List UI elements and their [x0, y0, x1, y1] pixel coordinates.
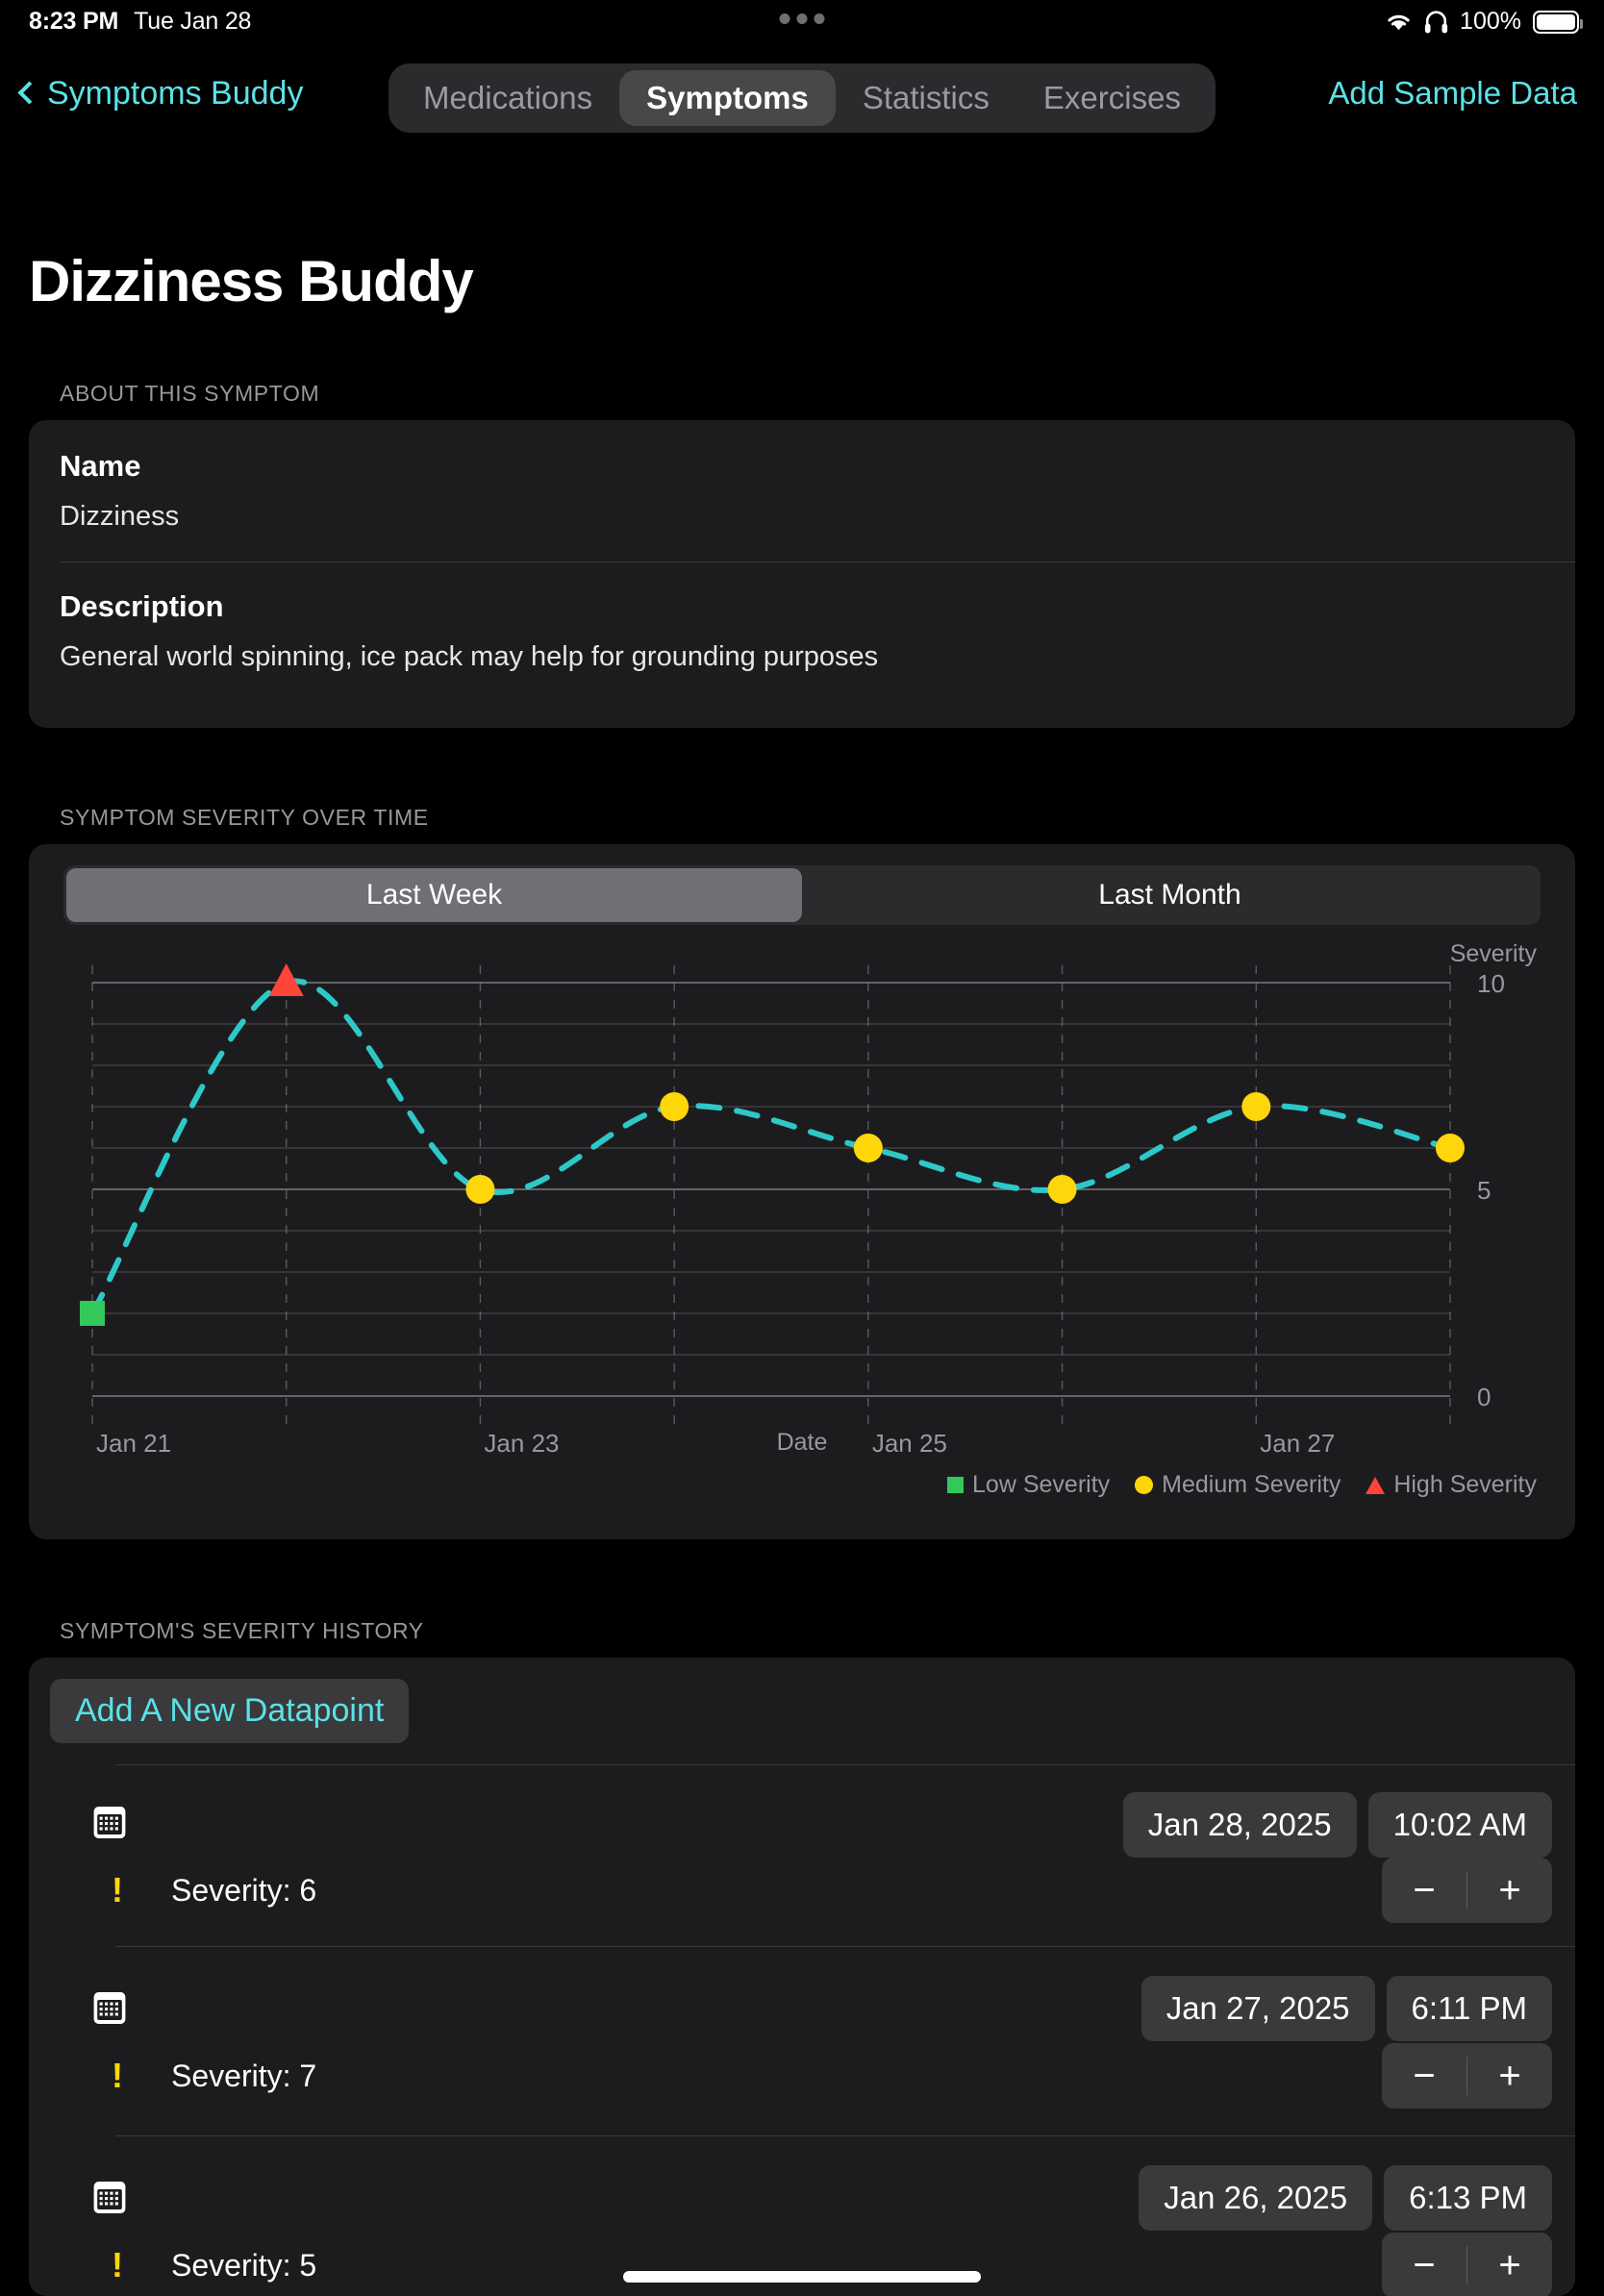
headphones-icon	[1424, 10, 1448, 35]
history-entry-row: Jan 28, 2025 10:02 AM ! Severity: 6 − +	[29, 1765, 1575, 1946]
legend-label-low: Low Severity	[972, 1471, 1110, 1499]
nav-bar: Symptoms Buddy Medications Symptoms Stat…	[0, 54, 1604, 140]
date-pill[interactable]: Jan 28, 2025	[1123, 1792, 1357, 1858]
chart-legend: Low Severity Medium Severity High Severi…	[932, 1471, 1537, 1499]
severity-increment-button[interactable]: +	[1467, 1858, 1552, 1923]
back-button-label: Symptoms Buddy	[47, 75, 303, 112]
range-last-month[interactable]: Last Month	[802, 868, 1538, 922]
svg-text:Jan 23: Jan 23	[484, 1429, 559, 1458]
wifi-icon	[1385, 12, 1413, 33]
data-point-medium	[465, 1175, 494, 1204]
description-value: General world spinning, ice pack may hel…	[60, 641, 1544, 673]
tab-exercises[interactable]: Exercises	[1016, 70, 1208, 126]
severity-stepper[interactable]: − +	[1382, 2233, 1552, 2296]
severity-value: Severity: 5	[171, 2248, 316, 2284]
severity-chart: Severity 0510Jan 21Jan 23Jan 25Jan 27 Da…	[29, 944, 1575, 1511]
history-card: Add A New Datapoint	[29, 1658, 1575, 2296]
square-marker-icon	[947, 1477, 964, 1493]
dot-icon	[780, 13, 790, 24]
history-section-header: SYMPTOM'S SEVERITY HISTORY	[60, 1618, 424, 1644]
severity-increment-button[interactable]: +	[1467, 2233, 1552, 2296]
status-bar-left: 8:23 PM Tue Jan 28	[29, 8, 251, 36]
severity-value: Severity: 6	[171, 1873, 316, 1909]
svg-text:Jan 27: Jan 27	[1260, 1429, 1335, 1458]
chart-section-header: SYMPTOM SEVERITY OVER TIME	[60, 805, 429, 831]
about-name-row: Name Dizziness	[29, 420, 1575, 533]
legend-item-high: High Severity	[1366, 1471, 1537, 1499]
severity-stepper[interactable]: − +	[1382, 2043, 1552, 2109]
calendar-icon	[92, 1804, 127, 1840]
battery-icon	[1533, 11, 1579, 34]
range-last-week[interactable]: Last Week	[66, 868, 802, 922]
svg-text:Jan 21: Jan 21	[96, 1429, 171, 1458]
description-label: Description	[60, 589, 1544, 624]
exclamation-icon: !	[112, 1873, 123, 1908]
status-date: Tue Jan 28	[134, 8, 251, 36]
data-point-medium	[854, 1134, 883, 1162]
chart-card: Last Week Last Month Severity 0510Jan 21…	[29, 844, 1575, 1539]
battery-percent: 100%	[1460, 8, 1521, 36]
calendar-icon	[92, 1989, 127, 2026]
entry-datetime-group: Jan 28, 2025 10:02 AM	[1123, 1792, 1552, 1858]
status-bar: 8:23 PM Tue Jan 28	[0, 0, 1604, 54]
chart-plot-area: 0 5 10 Jan 21 Jan 23 Jan 25 Jan 27	[29, 944, 1575, 1483]
data-point-medium	[660, 1092, 689, 1121]
entry-datetime-group: Jan 27, 2025 6:11 PM	[1141, 1976, 1552, 2041]
severity-stepper[interactable]: − +	[1382, 1858, 1552, 1923]
time-pill[interactable]: 10:02 AM	[1368, 1792, 1552, 1858]
legend-item-low: Low Severity	[947, 1471, 1110, 1499]
dot-icon	[797, 13, 808, 24]
status-time: 8:23 PM	[29, 8, 118, 36]
svg-text:0: 0	[1477, 1383, 1491, 1411]
back-button[interactable]: Symptoms Buddy	[21, 75, 303, 112]
page-title: Dizziness Buddy	[29, 248, 473, 314]
severity-decrement-button[interactable]: −	[1382, 2043, 1466, 2109]
tab-medications[interactable]: Medications	[396, 70, 619, 126]
add-sample-data-button[interactable]: Add Sample Data	[1328, 75, 1577, 112]
date-pill[interactable]: Jan 27, 2025	[1141, 1976, 1375, 2041]
legend-label-high: High Severity	[1393, 1471, 1537, 1499]
exclamation-icon: !	[112, 2248, 123, 2283]
calendar-icon	[92, 2179, 127, 2215]
name-value: Dizziness	[60, 501, 1544, 533]
data-point-low	[80, 1301, 105, 1326]
time-range-segmented-control: Last Week Last Month	[63, 865, 1541, 925]
entry-datetime-group: Jan 26, 2025 6:13 PM	[1139, 2165, 1552, 2231]
status-bar-right: 100%	[1385, 8, 1579, 36]
svg-text:Jan 25: Jan 25	[872, 1429, 947, 1458]
data-point-medium	[1436, 1134, 1465, 1162]
severity-decrement-button[interactable]: −	[1382, 1858, 1466, 1923]
data-point-medium	[1241, 1092, 1270, 1121]
legend-label-medium: Medium Severity	[1162, 1471, 1341, 1499]
name-label: Name	[60, 449, 1544, 484]
about-card: Name Dizziness Description General world…	[29, 420, 1575, 728]
time-pill[interactable]: 6:13 PM	[1384, 2165, 1552, 2231]
time-pill[interactable]: 6:11 PM	[1387, 1976, 1552, 2041]
add-new-datapoint-button[interactable]: Add A New Datapoint	[50, 1679, 409, 1743]
legend-item-medium: Medium Severity	[1135, 1471, 1341, 1499]
exclamation-icon: !	[112, 2059, 123, 2093]
about-description-row: Description General world spinning, ice …	[29, 562, 1575, 673]
triangle-marker-icon	[1366, 1477, 1385, 1494]
home-indicator[interactable]	[623, 2271, 981, 2283]
svg-text:10: 10	[1477, 969, 1505, 998]
history-entry-row: Jan 27, 2025 6:11 PM ! Severity: 7 − +	[29, 1947, 1575, 2135]
about-section-header: ABOUT THIS SYMPTOM	[60, 381, 319, 407]
tab-symptoms[interactable]: Symptoms	[619, 70, 836, 126]
tab-statistics[interactable]: Statistics	[836, 70, 1016, 126]
severity-decrement-button[interactable]: −	[1382, 2233, 1466, 2296]
severity-value: Severity: 7	[171, 2059, 316, 2094]
severity-increment-button[interactable]: +	[1467, 2043, 1552, 2109]
chevron-left-icon	[17, 81, 40, 104]
circle-marker-icon	[1135, 1476, 1153, 1494]
top-tab-bar: Medications Symptoms Statistics Exercise…	[388, 63, 1216, 133]
x-axis-title: Date	[777, 1429, 828, 1457]
dynamic-island-dots	[780, 13, 825, 24]
app-screen: 8:23 PM Tue Jan 28	[0, 0, 1604, 2296]
dot-icon	[815, 13, 825, 24]
data-point-medium	[1048, 1175, 1077, 1204]
svg-text:5: 5	[1477, 1176, 1491, 1205]
date-pill[interactable]: Jan 26, 2025	[1139, 2165, 1372, 2231]
